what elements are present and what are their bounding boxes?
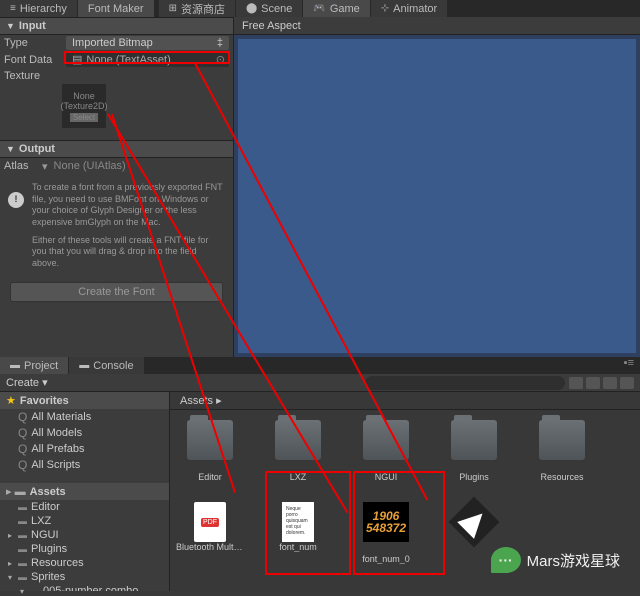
tree-item[interactable]: QAll Materials xyxy=(0,409,169,425)
store-icon: ⊞ xyxy=(169,3,177,14)
folder-icon: ▬ xyxy=(18,530,27,540)
input-header[interactable]: ▼ Input xyxy=(0,17,233,35)
text-file-icon: Neque porro quisquam est qui dolorem. xyxy=(282,502,314,542)
star-icon: ★ xyxy=(6,394,16,407)
project-tree: ★Favorites QAll Materials QAll Models QA… xyxy=(0,392,170,591)
create-dropdown[interactable]: Create ▾ xyxy=(6,376,48,389)
info-icon: ! xyxy=(8,192,24,208)
foldout-arrow-icon: ▼ xyxy=(6,21,15,31)
folder-icon: ▸ ▬ xyxy=(6,485,26,498)
atlas-label: Atlas xyxy=(4,160,42,172)
fontmaker-panel: ▼ Input Type Imported Bitmap ‡ Font Data… xyxy=(0,17,234,357)
game-view xyxy=(234,35,640,357)
breadcrumb-arrow-icon: ▸ xyxy=(216,395,222,407)
scene-icon: ⬤ xyxy=(246,3,257,14)
tab-animator[interactable]: ⊹Animator xyxy=(371,0,448,17)
assets-breadcrumb[interactable]: Assets ▸ xyxy=(170,392,640,410)
asset-file-fontnum0[interactable]: 1906548372font_num_0 xyxy=(352,502,420,564)
folder-icon xyxy=(275,420,321,460)
pdf-icon: PDF xyxy=(194,502,226,542)
hierarchy-icon: ≡ xyxy=(10,3,16,14)
foldout-arrow-icon: ▼ xyxy=(6,144,15,154)
atlas-field[interactable]: None (UIAtlas) xyxy=(54,160,229,172)
animator-icon: ⊹ xyxy=(381,3,389,14)
tab-game[interactable]: 🎮Game xyxy=(303,0,370,17)
project-icon: ▬ xyxy=(10,360,20,371)
expand-arrow-icon: ▾ xyxy=(20,587,24,592)
search-icon: Q xyxy=(18,426,27,440)
project-search-input[interactable] xyxy=(365,376,565,390)
tab-project[interactable]: ▬Project xyxy=(0,357,69,374)
expand-arrow-icon: ▸ xyxy=(8,531,12,540)
wechat-icon xyxy=(491,547,521,573)
game-icon: 🎮 xyxy=(313,3,325,14)
folder-icon: ▬ xyxy=(18,516,27,526)
asset-file-fontnum[interactable]: Neque porro quisquam est qui dolorem.fon… xyxy=(264,502,332,564)
tree-item[interactable]: ▸▬NGUI xyxy=(0,528,169,542)
type-dropdown[interactable]: Imported Bitmap ‡ xyxy=(66,36,229,50)
fontdata-label: Font Data xyxy=(4,54,66,66)
folder-icon xyxy=(539,420,585,460)
folder-icon: ▬ xyxy=(18,502,27,512)
watermark: Mars游戏星球 xyxy=(491,547,620,573)
help-message: ! To create a font from a previously exp… xyxy=(0,174,233,278)
unity-logo-icon xyxy=(451,502,497,542)
panel-menu-icon[interactable]: ▪≡ xyxy=(618,357,640,374)
tree-item[interactable]: ▬LXZ xyxy=(0,514,169,528)
expand-arrow-icon: ▾ xyxy=(8,573,12,582)
tab-assetstore[interactable]: ⊞资源商店 xyxy=(159,0,236,17)
tree-item[interactable]: ▬Plugins xyxy=(0,542,169,556)
search-icon: Q xyxy=(18,458,27,472)
object-picker-icon[interactable]: ⊙ xyxy=(216,53,225,66)
folder-icon xyxy=(363,420,409,460)
dropdown-arrow-icon: ‡ xyxy=(217,37,223,49)
tab-console[interactable]: ▬Console xyxy=(69,357,144,374)
tree-item[interactable]: ▾▬005-number combo xyxy=(0,584,169,591)
fontdata-field[interactable]: ▤ None (TextAsset) ⊙ xyxy=(66,52,229,67)
texture-field[interactable]: None (Texture2D) Select xyxy=(62,84,106,128)
textasset-icon: ▤ xyxy=(72,53,82,66)
asset-folder[interactable]: Plugins xyxy=(440,420,508,482)
tree-item[interactable]: ▬Editor xyxy=(0,500,169,514)
type-label: Type xyxy=(4,37,66,49)
dropdown-arrow-icon: ▾ xyxy=(42,160,48,173)
search-filter-icons[interactable] xyxy=(569,377,634,389)
texture-thumbnail: 1906548372 xyxy=(363,502,409,542)
asset-folder[interactable]: Editor xyxy=(176,420,244,482)
assets-header[interactable]: ▸ ▬Assets xyxy=(0,483,169,500)
texture-select-button[interactable]: Select xyxy=(70,113,98,122)
tree-item[interactable]: QAll Models xyxy=(0,425,169,441)
search-icon: Q xyxy=(18,410,27,424)
folder-icon: ▬ xyxy=(18,558,27,568)
expand-arrow-icon: ▸ xyxy=(8,559,12,568)
asset-file[interactable]: PDFBluetooth Multipl... xyxy=(176,502,244,564)
folder-icon: ▬ xyxy=(18,572,27,582)
dropdown-arrow-icon: ▾ xyxy=(42,377,48,389)
folder-icon xyxy=(451,420,497,460)
folder-icon: ▬ xyxy=(18,544,27,554)
tree-item[interactable]: ▾▬Sprites xyxy=(0,570,169,584)
tab-scene[interactable]: ⬤Scene xyxy=(236,0,303,17)
tree-item[interactable]: QAll Scripts xyxy=(0,457,169,473)
folder-icon xyxy=(187,420,233,460)
asset-folder[interactable]: Resources xyxy=(528,420,596,482)
tree-item[interactable]: ▸▬Resources xyxy=(0,556,169,570)
search-icon: Q xyxy=(18,442,27,456)
asset-folder[interactable]: NGUI xyxy=(352,420,420,482)
texture-label: Texture xyxy=(4,70,66,82)
asset-folder[interactable]: LXZ xyxy=(264,420,332,482)
create-font-button[interactable]: Create the Font xyxy=(10,282,223,302)
tab-hierarchy[interactable]: ≡Hierarchy xyxy=(0,0,78,17)
tree-item[interactable]: QAll Prefabs xyxy=(0,441,169,457)
aspect-dropdown[interactable]: Free Aspect xyxy=(242,20,301,32)
console-icon: ▬ xyxy=(79,360,89,371)
output-header[interactable]: ▼ Output xyxy=(0,140,233,158)
folder-icon: ▬ xyxy=(30,586,39,591)
favorites-header[interactable]: ★Favorites xyxy=(0,392,169,409)
tab-fontmaker[interactable]: Font Maker xyxy=(78,0,155,17)
